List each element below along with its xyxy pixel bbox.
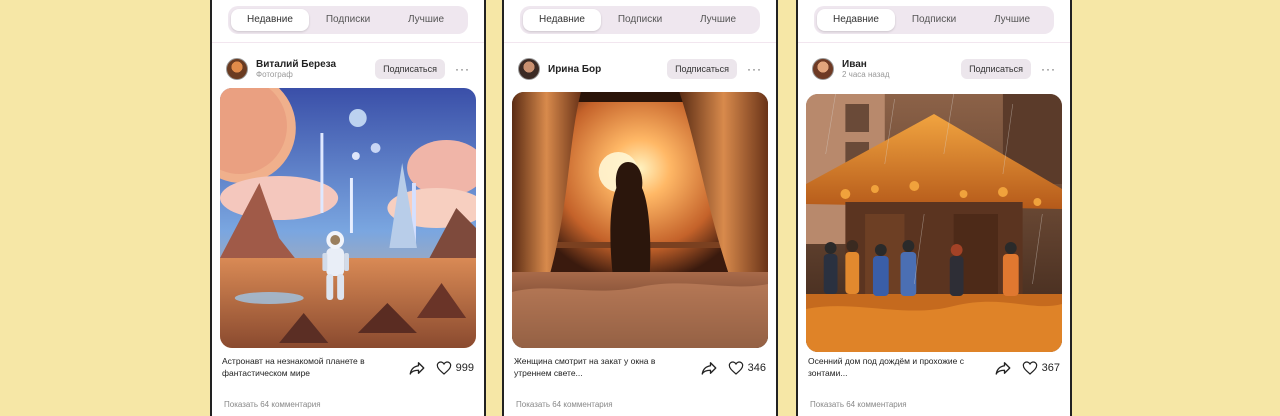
post-actions-row: Астронавт на незнакомой планете в фантас… [222,356,474,380]
feed-tabs: Недавние Подписки Лучшие [520,6,760,34]
author-row: Иван 2 часа назад Подписаться ··· [812,54,1056,84]
author-name[interactable]: Ирина Бор [548,64,667,75]
tab-recent[interactable]: Недавние [817,9,895,31]
feed-tabs: Недавние Подписки Лучшие [814,6,1054,34]
more-options-icon[interactable]: ··· [455,62,470,76]
like-count: 346 [747,361,766,374]
heart-icon[interactable] [728,360,744,376]
show-comments-link[interactable]: Показать 64 комментария [810,400,1058,409]
tab-recent[interactable]: Недавние [231,9,309,31]
share-icon[interactable] [408,359,426,377]
post-caption: Женщина смотрит на закат у окна в утренн… [514,356,656,378]
post-card-1: Недавние Подписки Лучшие Виталий Береза … [210,0,486,416]
canvas: Недавние Подписки Лучшие Виталий Береза … [0,0,1280,416]
tab-best[interactable]: Лучшие [679,9,757,31]
post-card-3: Недавние Подписки Лучшие Иван 2 часа наз… [796,0,1072,416]
tab-subscriptions[interactable]: Подписки [895,9,973,31]
tab-best[interactable]: Лучшие [973,9,1051,31]
like-count: 999 [455,361,474,374]
author-info: Ирина Бор [548,64,667,75]
post-image-art [806,94,1062,352]
divider [798,42,1070,43]
heart-icon[interactable] [1022,360,1038,376]
subscribe-button[interactable]: Подписаться [667,59,737,79]
show-comments-link[interactable]: Показать 64 комментария [516,400,764,409]
feed-tabs: Недавние Подписки Лучшие [228,6,468,34]
astronaut-alien-planet-image[interactable] [220,88,476,348]
author-subtitle: Фотограф [256,70,293,79]
show-comments-link[interactable]: Показать 64 комментария [224,400,472,409]
woman-at-sunset-window-image[interactable] [512,92,768,348]
more-options-icon[interactable]: ··· [1041,62,1056,76]
author-name[interactable]: Иван [842,59,961,70]
tab-best[interactable]: Лучшие [387,9,465,31]
share-icon[interactable] [700,359,718,377]
more-options-icon[interactable]: ··· [747,62,762,76]
post-image-art [220,88,476,348]
like-count: 367 [1041,361,1060,374]
author-row: Виталий Береза Фотограф Подписаться ··· [226,54,470,84]
heart-icon[interactable] [436,360,452,376]
share-icon[interactable] [994,359,1012,377]
author-name[interactable]: Виталий Береза [256,59,375,70]
author-info: Виталий Береза Фотограф [256,59,375,79]
post-image-art [512,92,768,348]
autumn-house-in-rain-image[interactable] [806,94,1062,352]
divider [212,42,484,43]
post-actions-row: Женщина смотрит на закат у окна в утренн… [514,356,766,380]
post-card-2: Недавние Подписки Лучшие Ирина Бор Подпи… [502,0,778,416]
author-subtitle: 2 часа назад [842,70,890,79]
author-row: Ирина Бор Подписаться ··· [518,54,762,84]
post-actions-row: Осенний дом под дождём и прохожие с зонт… [808,356,1060,380]
subscribe-button[interactable]: Подписаться [375,59,445,79]
tab-subscriptions[interactable]: Подписки [601,9,679,31]
avatar[interactable] [812,58,834,80]
avatar[interactable] [226,58,248,80]
tab-recent[interactable]: Недавние [523,9,601,31]
subscribe-button[interactable]: Подписаться [961,59,1031,79]
tab-subscriptions[interactable]: Подписки [309,9,387,31]
post-caption: Осенний дом под дождём и прохожие с зонт… [808,356,964,378]
post-caption: Астронавт на незнакомой планете в фантас… [222,356,365,378]
divider [504,42,776,43]
avatar[interactable] [518,58,540,80]
author-info: Иван 2 часа назад [842,59,961,79]
